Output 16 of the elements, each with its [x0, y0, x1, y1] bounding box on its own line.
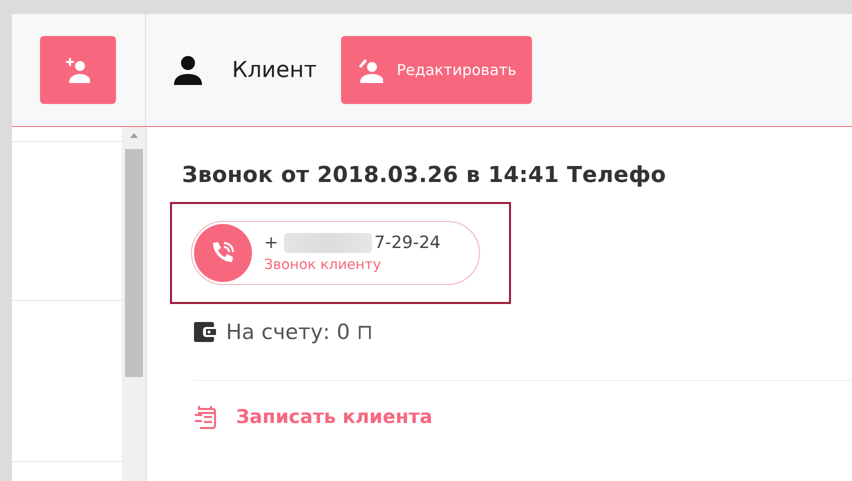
phone-prefix: + — [264, 233, 278, 253]
wallet-icon — [194, 322, 216, 342]
call-title: Звонок от 2018.03.26 в 14:41 Телефо — [182, 163, 668, 188]
phone-number: 7-29-24 — [374, 233, 441, 253]
page-title: Клиент — [232, 58, 317, 82]
scrollbar[interactable] — [122, 127, 147, 481]
edit-person-icon — [356, 57, 383, 83]
call-client-button[interactable]: + 7-29-24 Звонок клиенту — [191, 221, 480, 285]
add-client-button[interactable] — [40, 36, 116, 104]
calendar-list-icon — [194, 405, 216, 429]
add-person-icon — [66, 57, 90, 83]
book-client-link[interactable]: Записать клиента — [194, 405, 432, 429]
call-caption: Звонок клиенту — [264, 257, 382, 273]
edit-button[interactable]: Редактировать — [340, 36, 532, 104]
balance-text: На счету: 0 ⊓ — [226, 320, 374, 344]
person-icon — [174, 55, 202, 85]
